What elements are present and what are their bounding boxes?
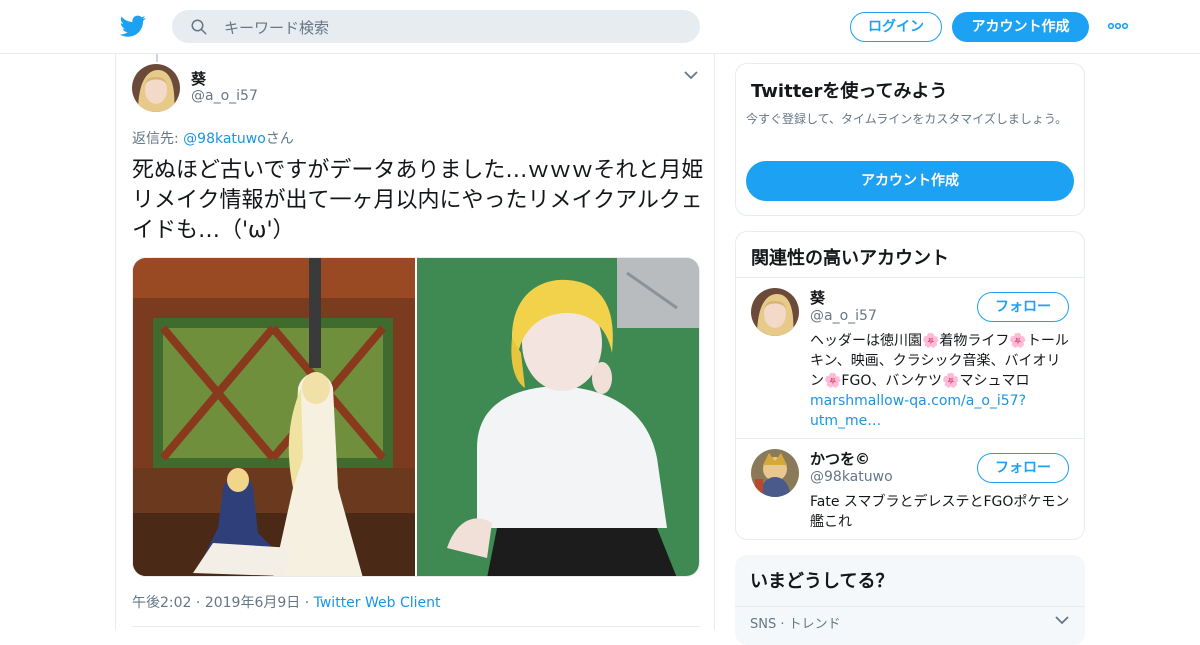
avatar[interactable] xyxy=(751,449,799,497)
search-box[interactable]: キーワード検索 xyxy=(172,10,700,43)
account-bio-text: ヘッダーは徳川園🌸着物ライフ🌸トールキン、映画、クラシック音楽、バイオリン🌸FG… xyxy=(810,333,1069,389)
twitter-bird-icon[interactable] xyxy=(120,13,146,39)
tweet-photo-2[interactable] xyxy=(417,258,700,577)
account-bio-text: Fate スマブラとデレステとFGOポケモン艦これ xyxy=(810,494,1070,530)
divider xyxy=(735,606,1085,607)
search-input[interactable]: キーワード検索 xyxy=(224,17,329,38)
reply-suffix: さん xyxy=(265,131,294,147)
author-name[interactable]: 葵 xyxy=(191,68,206,89)
account-bio-link[interactable]: marshmallow-qa.com/a_o_i57?utm_me… xyxy=(810,393,1026,429)
reply-mention-link[interactable]: @98katuwo xyxy=(183,131,266,147)
account-handle[interactable]: @a_o_i57 xyxy=(810,308,877,324)
meta-separator: · xyxy=(304,595,310,611)
tweet-photo-1[interactable] xyxy=(133,258,415,577)
thread-connector xyxy=(156,54,158,62)
tweet-date[interactable]: 2019年6月9日 xyxy=(205,595,300,611)
trends-title: いまどうしてる？ xyxy=(750,571,894,592)
follow-button[interactable]: フォロー xyxy=(977,292,1069,322)
account-name[interactable]: 葵 xyxy=(810,287,825,308)
account-item[interactable]: かつを© @98katuwo フォロー Fate スマブラとデレステとFGOポケ… xyxy=(736,439,1084,539)
trend-category: SNS · トレンド xyxy=(750,617,841,632)
account-item[interactable]: 葵 @a_o_i57 フォロー ヘッダーは徳川園🌸着物ライフ🌸トールキン、映画、… xyxy=(736,278,1084,438)
signup-card-title: Twitterを使ってみよう xyxy=(751,81,948,102)
signup-card-description: 今すぐ登録して、タイムラインをカスタマイズしましょう。 xyxy=(746,112,1068,126)
search-icon xyxy=(191,19,207,35)
top-bar: キーワード検索 ログイン アカウント作成 xyxy=(0,0,1200,54)
account-bio: Fate スマブラとデレステとFGOポケモン艦これ xyxy=(810,492,1072,532)
reply-prefix: 返信先: xyxy=(132,131,184,147)
avatar[interactable] xyxy=(132,64,180,112)
chevron-down-icon[interactable] xyxy=(684,70,698,80)
login-button[interactable]: ログイン xyxy=(850,12,942,42)
more-icon[interactable] xyxy=(1107,18,1129,34)
tweet-text: 死ぬほど古いですがデータありました…ｗｗｗそれと月姫リメイク情報が出て一ヶ月以内… xyxy=(132,158,704,243)
author-handle[interactable]: @a_o_i57 xyxy=(191,88,258,104)
tweet-meta: 午後2:02 · 2019年6月9日 · Twitter Web Client xyxy=(132,592,441,612)
media-grid xyxy=(132,257,700,577)
tweet-detail: 葵 @a_o_i57 返信先: @98katuwoさん 死ぬほど古いですがデータ… xyxy=(115,54,715,630)
account-bio: ヘッダーは徳川園🌸着物ライフ🌸トールキン、映画、クラシック音楽、バイオリン🌸FG… xyxy=(810,331,1072,431)
create-account-button[interactable]: アカウント作成 xyxy=(746,161,1074,201)
avatar[interactable] xyxy=(751,288,799,336)
tweet-time[interactable]: 午後2:02 xyxy=(132,595,191,611)
reply-context: 返信先: @98katuwoさん xyxy=(132,128,294,148)
related-accounts-title: 関連性の高いアカウント xyxy=(751,248,949,269)
account-handle[interactable]: @98katuwo xyxy=(810,469,893,485)
account-name[interactable]: かつを© xyxy=(810,448,870,469)
meta-separator: · xyxy=(195,595,201,611)
divider xyxy=(132,626,700,627)
follow-button[interactable]: フォロー xyxy=(977,453,1069,483)
signup-button[interactable]: アカウント作成 xyxy=(952,12,1089,42)
related-accounts-card: 関連性の高いアカウント 葵 @a_o_i57 フォロー ヘッダーは徳川園🌸着物ラ… xyxy=(735,231,1085,540)
tweet-source-link[interactable]: Twitter Web Client xyxy=(314,595,441,611)
chevron-down-icon[interactable] xyxy=(1055,615,1069,625)
trends-card: いまどうしてる？ SNS · トレンド xyxy=(735,555,1085,645)
signup-card: Twitterを使ってみよう 今すぐ登録して、タイムラインをカスタマイズしましょ… xyxy=(735,63,1085,216)
